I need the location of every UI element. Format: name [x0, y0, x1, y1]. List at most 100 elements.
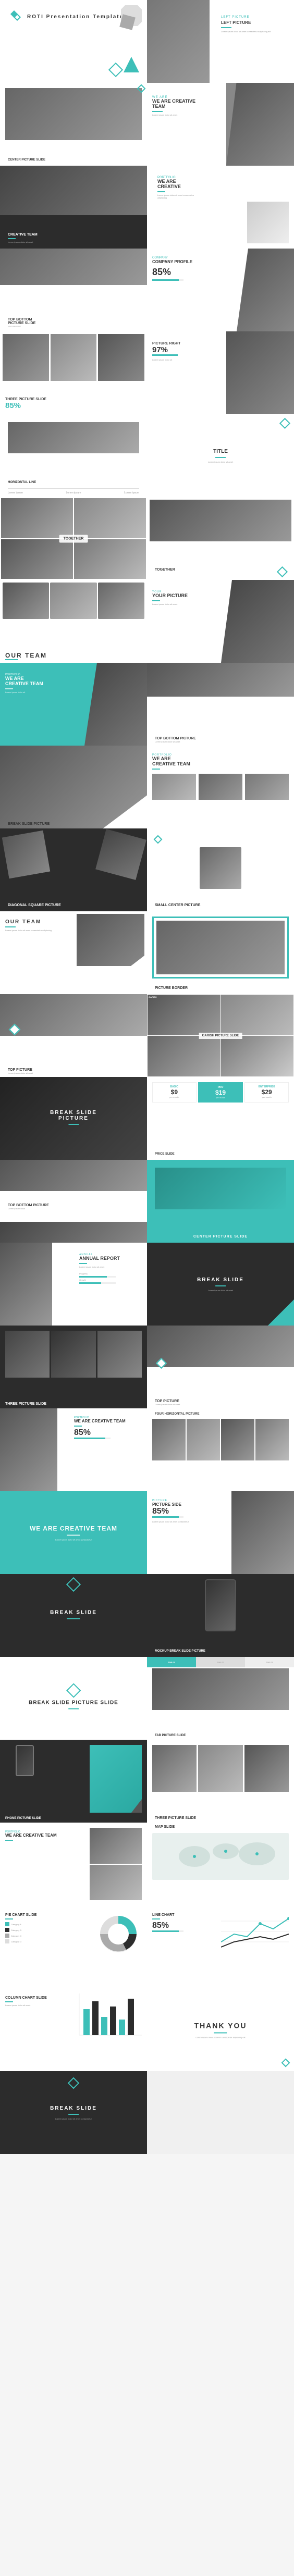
slide-cover[interactable]: ROTI Presentation Template — [0, 0, 147, 83]
slide-line-chart[interactable]: LINE CHART 85% — [147, 1905, 294, 1988]
slide-row-26: BREAK SLIDE Lorem ipsum dolor sit amet c… — [0, 2071, 294, 2154]
slide-body: Lorem ipsum dolor — [8, 1207, 49, 1210]
slide-tab-picture[interactable]: TAB 01 TAB 02 TAB 03 TAB PICTURE SLIDE — [147, 1657, 294, 1740]
slide-stat-2: Growth — [79, 1279, 142, 1281]
slide-top-bottom[interactable]: TOP BOTTOMPICTURE SLIDE Lorem ipsum dolo… — [0, 249, 147, 331]
slide-your-picture[interactable]: YOUR YOUR PICTURE Lorem ipsum dolor sit … — [147, 580, 294, 663]
slide-company-profile[interactable]: Company COMPANY PROFILE 85% — [147, 249, 294, 331]
slide-title: PICTURE BORDER — [155, 986, 188, 990]
slide-center-teal[interactable]: CENTER PICTURE SLIDE — [147, 1160, 294, 1243]
slide-row-4: TOP BOTTOMPICTURE SLIDE Lorem ipsum dolo… — [0, 249, 294, 331]
slide-creative-dark[interactable]: CREATIVE TEAM Lorem ipsum dolor sit amet — [0, 166, 147, 249]
slide-four-horizontal[interactable]: FOUR HORIZONTAL PICTURE — [147, 1408, 294, 1491]
slide-body: Lorem ipsum dolor sit amet — [152, 603, 210, 605]
slide-title: MOCKUP BREAK SLIDE PICTURE — [155, 1650, 205, 1653]
slide-percent: 85% — [152, 1921, 204, 1930]
slide-row-23: Portfolio WE ARE CREATIVE TEAM — [0, 1823, 294, 1905]
slide-three-picture[interactable]: THREE PICTURE SLIDE 85% — [0, 331, 147, 414]
slide-three-picture-dark[interactable]: THREE PICTURE SLIDE — [0, 1326, 147, 1408]
slide-title: TAB PICTURE SLIDE — [155, 1734, 186, 1737]
slide-we-are-creative[interactable]: We Are WE ARE CREATIVE TEAM Lorem ipsum … — [147, 83, 294, 166]
slide-together-1[interactable]: TOGETHER — [0, 497, 147, 580]
slide-diagonal[interactable]: DIAGONAL SQUARE PICTURE — [0, 828, 147, 911]
slide-small-center[interactable]: SMALL CENTER PICTURE — [147, 828, 294, 911]
slide-break-final[interactable]: BREAK SLIDE Lorem ipsum dolor sit amet c… — [0, 2071, 147, 2154]
slide-percent: 85% — [152, 1507, 215, 1516]
slide-creative-teal-2[interactable]: WE ARE CREATIVE TEAM Lorem ipsum dolor s… — [0, 1491, 147, 1574]
slide-annual-report[interactable]: Annual ANNUAL REPORT Lorem ipsum dolor s… — [0, 1243, 147, 1326]
slide-phone-dark[interactable]: PHONE PICTURE SLIDE — [0, 1740, 147, 1823]
slide-body: Lorem ipsum dolor sit — [152, 358, 215, 361]
slide-body-3: Lorem ipsum — [124, 491, 139, 494]
slide-body: Lorem ipsum dolor — [8, 325, 139, 327]
slide-top-bottom-2[interactable]: TOP BOTTOM PICTURE Lorem ipsum dolor sit… — [147, 663, 294, 746]
slide-title-only[interactable]: TITLE Lorem ipsum dolor sit amet — [147, 414, 294, 497]
slide-body: Lorem ipsum dolor sit amet consectetur a… — [162, 2036, 279, 2038]
slide-pie-chart[interactable]: PIE CHART SLIDE Category A Category B Ca… — [0, 1905, 147, 1988]
price-desc-2: per month — [202, 1096, 240, 1099]
slide-creative-percent[interactable]: Portfolio WE ARE CREATIVE TEAM 85% — [0, 1408, 147, 1491]
slide-mockup-dark[interactable]: MOCKUP BREAK SLIDE PICTURE — [147, 1574, 294, 1657]
slide-our-team[interactable]: OUR TEAM — [0, 580, 147, 663]
slide-body: Lorem ipsum dolor sit amet — [152, 114, 210, 116]
slide-title: PHONE PICTURE SLIDE — [5, 1817, 41, 1820]
slide-left-picture[interactable]: Left Picture LEFT PICTURE Lorem ipsum do… — [147, 0, 294, 83]
slide-picture-right[interactable]: PICTURE RIGHT 97% Lorem ipsum dolor sit — [147, 331, 294, 414]
slide-creative-teal[interactable]: Portfolio WE ARECREATIVE TEAM Lorem ipsu… — [0, 663, 147, 746]
slide-break-dark[interactable]: BREAK SLIDE PICTURE — [0, 1077, 147, 1160]
slide-title: BREAK SLIDE PICTURE — [37, 1110, 111, 1121]
slide-horizontal-line[interactable]: Lorem ipsum Lorem ipsum Lorem ipsum HORI… — [0, 414, 147, 497]
slide-top-picture-2[interactable]: TOP PICTURE Lorem ipsum dolor sit amet — [147, 1326, 294, 1408]
slide-title: MAP SLIDE — [155, 1825, 175, 1829]
slide-center-picture[interactable]: CENTER PICTURE SLIDE — [0, 83, 147, 166]
slide-title: WE ARE CREATIVE TEAM — [74, 1419, 142, 1424]
slide-row-25: COLUMN CHART SLIDE Lorem ipsum dolor sit… — [0, 1988, 294, 2071]
slide-together-2[interactable]: TOGETHER — [147, 497, 294, 580]
slide-picture-side[interactable]: Picture PICTURE SIDE 85% Lorem ipsum dol… — [147, 1491, 294, 1574]
slide-body: Lorem ipsum dolor sit amet consectetur — [50, 2117, 97, 2120]
slide-percent: 97% — [152, 345, 215, 354]
slide-our-team-2[interactable]: OUR TEAM Lorem ipsum dolor sit amet cons… — [0, 911, 147, 994]
slide-label: GARISH — [149, 996, 157, 998]
slide-break-3[interactable]: BREAK SLIDE — [0, 1574, 147, 1657]
slide-break-white[interactable]: BREAK SLIDE PICTURE SLIDE — [0, 1657, 147, 1740]
slide-garish[interactable]: GARISH GARISH PICTURE SLIDE — [147, 994, 294, 1077]
slide-title: OUR TEAM — [5, 919, 57, 925]
slide-top-bottom-3[interactable]: TOP BOTTOM PICTURE Lorem ipsum dolor — [0, 1160, 147, 1243]
slide-top-picture[interactable]: TOP PICTURE Lorem ipsum dolor sit amet — [0, 994, 147, 1077]
slide-row-2: CENTER PICTURE SLIDE We Are WE ARE CREAT… — [0, 83, 294, 166]
slide-title: TOP BOTTOM PICTURE — [155, 737, 286, 740]
slide-break-2[interactable]: BREAK SLIDE Lorem ipsum dolor sit amet — [147, 1243, 294, 1326]
slide-three-picture-white[interactable]: THREE PICTURE SLIDE — [147, 1740, 294, 1823]
slide-picture-border[interactable]: PICTURE BORDER — [147, 911, 294, 994]
slide-body: Lorem ipsum dolor sit — [5, 691, 68, 693]
slide-map[interactable]: MAP SLIDE — [147, 1823, 294, 1905]
slide-title: TOP BOTTOM PICTURE — [8, 1204, 49, 1207]
slide-title: PICTURE RIGHT — [152, 342, 215, 345]
slide-price[interactable]: BASIC $9 per month PRO $19 per month ENT… — [147, 1077, 294, 1160]
slide-row-10: BREAK SLIDE PICTURE Portfolio WE ARECREA… — [0, 746, 294, 828]
slide-row-3: CREATIVE TEAM Lorem ipsum dolor sit amet… — [0, 166, 294, 249]
slide-row-12: OUR TEAM Lorem ipsum dolor sit amet cons… — [0, 911, 294, 994]
slide-row-21: BREAK SLIDE PICTURE SLIDE TAB 01 TAB 02 … — [0, 1657, 294, 1740]
slide-body: Lorem ipsum dolor sit amet — [155, 1403, 286, 1406]
slide-we-are-creative-2[interactable]: Portfolio WE ARECREATIVE Lorem ipsum dol… — [147, 166, 294, 249]
slide-row-1: ROTI Presentation Template Left Picture … — [0, 0, 294, 83]
slide-row-20: BREAK SLIDE MOCKUP BREAK SLIDE PICTURE — [0, 1574, 294, 1657]
slide-title: ANNUAL REPORT — [79, 1256, 142, 1261]
slide-title: WE ARECREATIVE TEAM — [152, 757, 289, 767]
slide-row-7: TOGETHER TOGETHER — [0, 497, 294, 580]
slide-row-15: TOP BOTTOM PICTURE Lorem ipsum dolor CEN… — [0, 1160, 294, 1243]
price-value-3: $29 — [248, 1088, 286, 1096]
legend-4: Category D — [11, 1940, 21, 1943]
slide-column-chart[interactable]: COLUMN CHART SLIDE Lorem ipsum dolor sit… — [0, 1988, 147, 2071]
slide-break-1[interactable]: BREAK SLIDE PICTURE — [0, 746, 147, 828]
slide-body: Lorem ipsum dolor sit amet — [147, 461, 294, 463]
slide-creative-team-2[interactable]: Portfolio WE ARECREATIVE TEAM — [147, 746, 294, 828]
slide-row-11: DIAGONAL SQUARE PICTURE SMALL CENTER PIC… — [0, 828, 294, 911]
slide-title: PRICE SLIDE — [155, 1153, 175, 1156]
slide-thank-you[interactable]: THANK YOU Lorem ipsum dolor sit amet con… — [147, 1988, 294, 2071]
slide-title: LINE CHART — [152, 1913, 204, 1917]
presentation-container: ROTI Presentation Template Left Picture … — [0, 0, 294, 2154]
slide-creative-team-3[interactable]: Portfolio WE ARE CREATIVE TEAM — [0, 1823, 147, 1905]
